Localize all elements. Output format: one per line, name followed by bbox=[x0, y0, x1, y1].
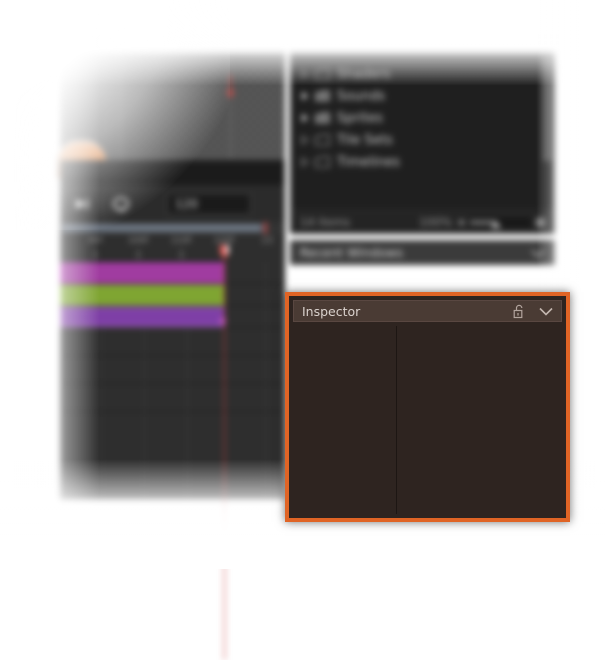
folder-icon bbox=[315, 134, 337, 146]
scrollbar-thumb[interactable] bbox=[543, 57, 552, 161]
scrollbar-thumb[interactable] bbox=[62, 224, 262, 232]
timeline-editor-window: 120 90f 100f 110f 120f 13 bbox=[60, 160, 285, 660]
ruler-tick-label: 13 bbox=[261, 236, 273, 246]
tree-item-sprites[interactable]: Sprites bbox=[291, 107, 554, 129]
timeline-horizontal-scrollbar[interactable] bbox=[60, 222, 285, 234]
folder-icon bbox=[315, 90, 337, 102]
folder-icon bbox=[315, 156, 337, 168]
unlocked-padlock-icon[interactable] bbox=[513, 304, 525, 319]
tree-item-label: Sounds bbox=[337, 88, 386, 104]
chevron-right-icon[interactable] bbox=[301, 113, 315, 123]
inspector-column-divider[interactable] bbox=[396, 326, 397, 514]
track-clip-green[interactable] bbox=[60, 285, 225, 305]
ruler-tick-label: 110f bbox=[170, 236, 192, 246]
keyframe-dot-icon[interactable] bbox=[220, 318, 226, 324]
canvas-guide-line bbox=[230, 52, 231, 162]
playhead-line bbox=[224, 248, 225, 660]
frame-number-input[interactable]: 120 bbox=[167, 192, 251, 215]
toolbar-separator bbox=[101, 195, 102, 212]
down-arrow-marker-icon bbox=[225, 74, 236, 100]
timeline-track-area[interactable] bbox=[60, 262, 285, 500]
timeline-frame-ruler[interactable]: 90f 100f 110f 120f 13 bbox=[60, 234, 285, 263]
timeline-track-row[interactable] bbox=[60, 306, 285, 328]
chevron-right-icon[interactable] bbox=[301, 157, 315, 167]
inspector-panel-highlighted[interactable]: Inspector bbox=[285, 292, 570, 522]
asset-tree-status-bar: 14 items 100% bbox=[290, 210, 555, 234]
tree-item-label: Sprites bbox=[337, 110, 384, 126]
timeline-track-row[interactable] bbox=[60, 262, 285, 284]
tree-item-shaders[interactable]: Shaders bbox=[291, 63, 554, 85]
recent-windows-label: Recent Windows bbox=[300, 245, 403, 260]
recent-windows-dropdown[interactable]: Recent Windows bbox=[290, 240, 555, 265]
tree-item-tile-sets[interactable]: Tile Sets bbox=[291, 129, 554, 151]
ruler-tick-mark bbox=[95, 250, 96, 259]
scrollbar-position-marker bbox=[264, 222, 267, 234]
app-screenshot: 120 90f 100f 110f 120f 13 Shaders Sounds… bbox=[0, 0, 606, 660]
zoom-small-icon[interactable] bbox=[459, 219, 464, 225]
ruler-tick-label: 90f bbox=[87, 236, 103, 246]
track-clip-magenta[interactable] bbox=[60, 263, 225, 283]
ruler-tick-label: 100f bbox=[127, 236, 149, 246]
ruler-tick-mark bbox=[181, 250, 182, 259]
canvas-guide-line bbox=[120, 52, 121, 162]
timeline-toolbar: 120 bbox=[60, 185, 285, 222]
chevron-down-icon[interactable] bbox=[531, 243, 545, 262]
inspector-body[interactable] bbox=[293, 326, 562, 514]
folder-icon bbox=[315, 68, 337, 80]
chevron-down-icon[interactable] bbox=[539, 307, 553, 316]
inspector-titlebar[interactable]: Inspector bbox=[293, 300, 562, 322]
timeline-titlebar bbox=[60, 160, 285, 185]
track-clip-purple[interactable] bbox=[60, 307, 225, 327]
zoom-large-icon[interactable] bbox=[536, 217, 545, 227]
zoom-slider[interactable] bbox=[459, 217, 545, 228]
item-count-label: 14 items bbox=[300, 215, 351, 229]
tree-item-label: Tile Sets bbox=[337, 132, 393, 148]
timeline-track-row[interactable] bbox=[60, 356, 285, 384]
step-forward-icon[interactable] bbox=[70, 192, 94, 216]
zoom-slider-handle[interactable] bbox=[491, 220, 501, 228]
tree-vertical-scrollbar[interactable] bbox=[540, 53, 554, 231]
chevron-right-icon[interactable] bbox=[301, 69, 315, 79]
zoom-slider-track[interactable] bbox=[469, 217, 531, 228]
tree-item-label: Shaders bbox=[337, 66, 391, 82]
tree-item-sounds[interactable]: Sounds bbox=[291, 85, 554, 107]
timeline-track-row[interactable] bbox=[60, 284, 285, 306]
timeline-track-row[interactable] bbox=[60, 384, 285, 412]
zoom-level-label: 100% bbox=[419, 215, 452, 229]
chevron-right-icon[interactable] bbox=[301, 91, 315, 101]
folder-icon bbox=[315, 112, 337, 124]
asset-tree-panel[interactable]: Shaders Sounds Sprites Tile Sets Timelin… bbox=[290, 52, 555, 232]
chevron-right-icon[interactable] bbox=[301, 135, 315, 145]
tree-item-label: Timelines bbox=[337, 154, 400, 170]
frame-number-value: 120 bbox=[175, 196, 198, 211]
ruler-tick-mark bbox=[138, 250, 139, 259]
timeline-track-row[interactable] bbox=[60, 328, 285, 356]
loop-icon[interactable] bbox=[109, 192, 133, 216]
inspector-title: Inspector bbox=[302, 303, 361, 319]
tree-item-timelines[interactable]: Timelines bbox=[291, 151, 554, 173]
